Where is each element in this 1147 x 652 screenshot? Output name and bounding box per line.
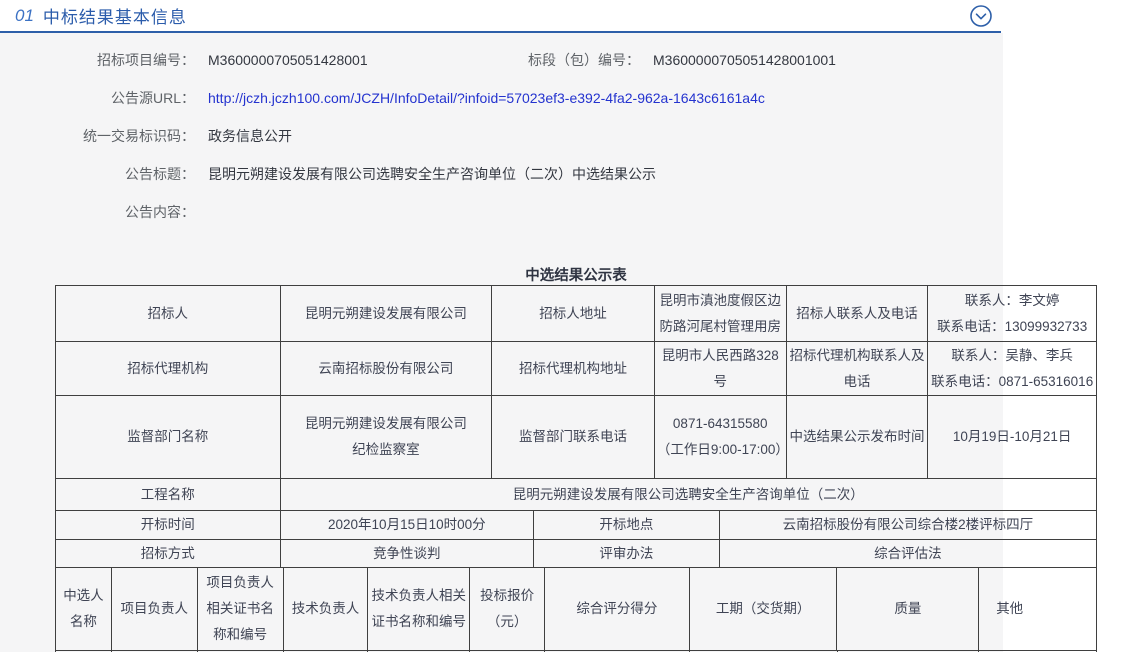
form-row: 招标项目编号： M3600000705051428001 标段（包）编号： M3… xyxy=(0,41,1003,79)
table-cell: 昆明市人民西路328号 xyxy=(655,342,787,395)
page-title: 中标结果基本信息 xyxy=(43,3,187,28)
table-cell: 云南招标股份有限公司综合楼2楼评标四厅 xyxy=(720,511,1096,539)
table-label-cell: 监督部门名称 xyxy=(56,396,281,478)
table-caption: 中选结果公示表 xyxy=(55,264,1097,285)
table-cell: 云南招标股份有限公司 xyxy=(281,342,493,395)
notice-content-label: 公告内容： xyxy=(0,202,195,222)
table-cell: 综合评估法 xyxy=(720,540,1096,567)
table-cell: 10月19日-10月21日 xyxy=(928,396,1096,478)
table-cell: 昆明元朔建设发展有限公司 xyxy=(281,286,493,341)
table-label-cell: 招标方式 xyxy=(56,540,281,567)
table-label-cell: 中选结果公示发布时间 xyxy=(787,396,929,478)
table-cell: 竞争性谈判 xyxy=(281,540,535,567)
table-label-cell: 招标代理机构联系人及 电话 xyxy=(787,342,929,395)
table-header-cell: 工期（交货期） xyxy=(690,568,838,650)
project-number-value: M3600000705051428001 xyxy=(195,52,528,68)
section-index: 01 xyxy=(15,6,34,26)
table-label-cell: 工程名称 xyxy=(56,479,281,510)
table-row: 开标时间 2020年10月15日10时00分 开标地点 云南招标股份有限公司综合… xyxy=(56,511,1096,540)
form-row: 统一交易标识码： 政务信息公开 xyxy=(0,117,1003,155)
table-header-cell: 项目负责人相关证书名称和编号 xyxy=(198,568,284,650)
table-header-cell: 质量 xyxy=(837,568,979,650)
chevron-down-icon[interactable] xyxy=(969,4,993,28)
table-cell: 昆明市滇池度假区边防路河尾村管理用房 xyxy=(655,286,787,341)
table-cell: 0871-64315580 （工作日9:00-17:00） xyxy=(655,396,787,478)
table-cell: 联系人：吴静、李兵 联系电话：0871-65316016 xyxy=(928,342,1096,395)
package-number-value: M3600000705051428001001 xyxy=(640,52,836,68)
source-url-link[interactable]: http://jczh.jczh100.com/JCZH/InfoDetail/… xyxy=(195,90,765,106)
table-label-cell: 招标人地址 xyxy=(492,286,655,341)
table-header-row: 中选人 名称 项目负责人 项目负责人相关证书名称和编号 技术负责人 技术负责人相… xyxy=(56,568,1096,651)
section-header[interactable]: 01 中标结果基本信息 xyxy=(0,0,1001,33)
table-cell: 联系人：李文婷 联系电话：13099932733 xyxy=(928,286,1096,341)
package-number-label: 标段（包）编号： xyxy=(528,50,640,70)
table-label-cell: 评审办法 xyxy=(534,540,720,567)
table-cell: 2020年10月15日10时00分 xyxy=(281,511,535,539)
form-row: 公告源URL： http://jczh.jczh100.com/JCZH/Inf… xyxy=(0,79,1003,117)
table-label-cell: 招标代理机构地址 xyxy=(492,342,655,395)
form-row: 公告标题： 昆明元朔建设发展有限公司选聘安全生产咨询单位（二次）中选结果公示 xyxy=(0,155,1003,193)
table-header-cell: 其他 xyxy=(979,568,1096,650)
table-cell: 昆明元朔建设发展有限公司 纪检监察室 xyxy=(281,396,493,478)
table-cell: 昆明元朔建设发展有限公司选聘安全生产咨询单位（二次） xyxy=(281,479,1096,510)
table-label-cell: 招标人 xyxy=(56,286,281,341)
table-row: 招标人 昆明元朔建设发展有限公司 招标人地址 昆明市滇池度假区边防路河尾村管理用… xyxy=(56,286,1096,342)
table-header-cell: 中选人 名称 xyxy=(56,568,112,650)
table-header-cell: 项目负责人 xyxy=(112,568,198,650)
notice-title-label: 公告标题： xyxy=(0,164,195,184)
table-row: 招标方式 竞争性谈判 评审办法 综合评估法 xyxy=(56,540,1096,568)
table-header-cell: 技术负责人 xyxy=(284,568,369,650)
source-url-label: 公告源URL： xyxy=(0,88,195,108)
table-row: 招标代理机构 云南招标股份有限公司 招标代理机构地址 昆明市人民西路328号 招… xyxy=(56,342,1096,396)
table-label-cell: 监督部门联系电话 xyxy=(492,396,655,478)
table-row: 监督部门名称 昆明元朔建设发展有限公司 纪检监察室 监督部门联系电话 0871-… xyxy=(56,396,1096,479)
table-header-cell: 投标报价 （元） xyxy=(470,568,545,650)
form-row: 公告内容： xyxy=(0,193,1003,231)
project-number-label: 招标项目编号： xyxy=(0,50,195,70)
table-header-cell: 技术负责人相关证书名称和编号 xyxy=(368,568,470,650)
trade-id-value: 政务信息公开 xyxy=(195,126,292,146)
trade-id-label: 统一交易标识码： xyxy=(0,126,195,146)
table-label-cell: 招标代理机构 xyxy=(56,342,281,395)
page: 01 中标结果基本信息 招标项目编号： M3600000705051428001… xyxy=(0,0,1147,652)
table-label-cell: 开标时间 xyxy=(56,511,281,539)
result-table: 招标人 昆明元朔建设发展有限公司 招标人地址 昆明市滇池度假区边防路河尾村管理用… xyxy=(55,285,1097,652)
table-label-cell: 开标地点 xyxy=(534,511,720,539)
content-panel: 招标项目编号： M3600000705051428001 标段（包）编号： M3… xyxy=(0,33,1003,652)
table-label-cell: 招标人联系人及电话 xyxy=(787,286,929,341)
notice-title-value: 昆明元朔建设发展有限公司选聘安全生产咨询单位（二次）中选结果公示 xyxy=(195,164,656,184)
table-header-cell: 综合评分得分 xyxy=(545,568,690,650)
table-row: 工程名称 昆明元朔建设发展有限公司选聘安全生产咨询单位（二次） xyxy=(56,479,1096,511)
